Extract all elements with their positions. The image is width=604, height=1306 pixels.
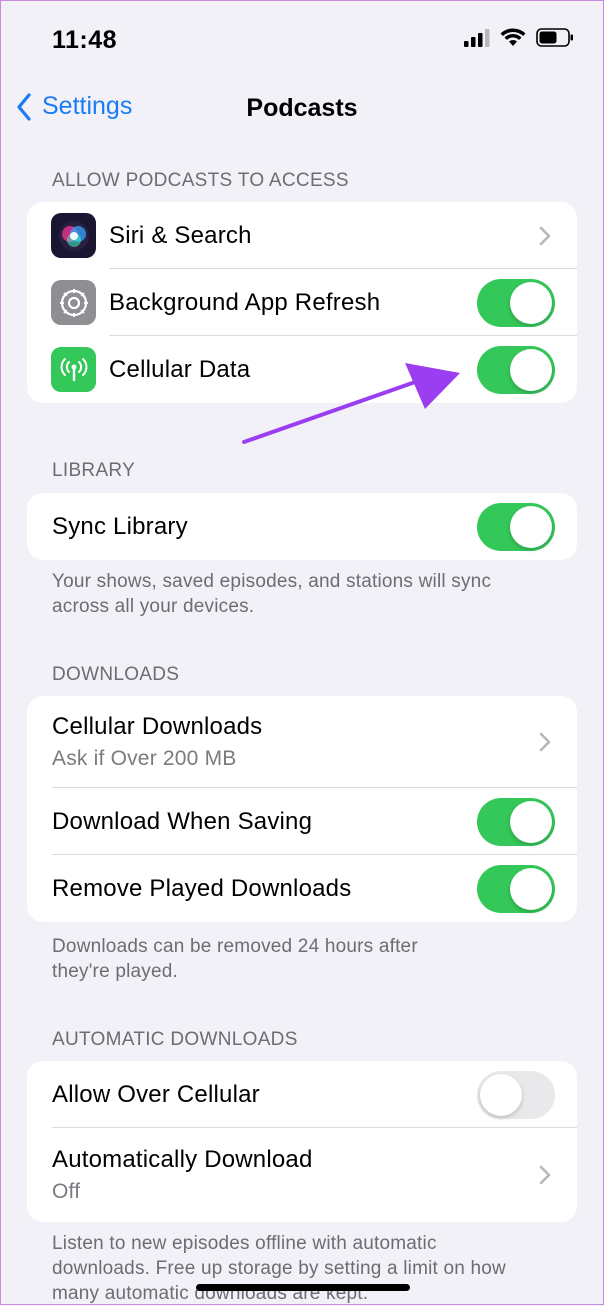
home-indicator[interactable] xyxy=(196,1284,410,1291)
annotation-arrow-icon xyxy=(242,363,460,444)
